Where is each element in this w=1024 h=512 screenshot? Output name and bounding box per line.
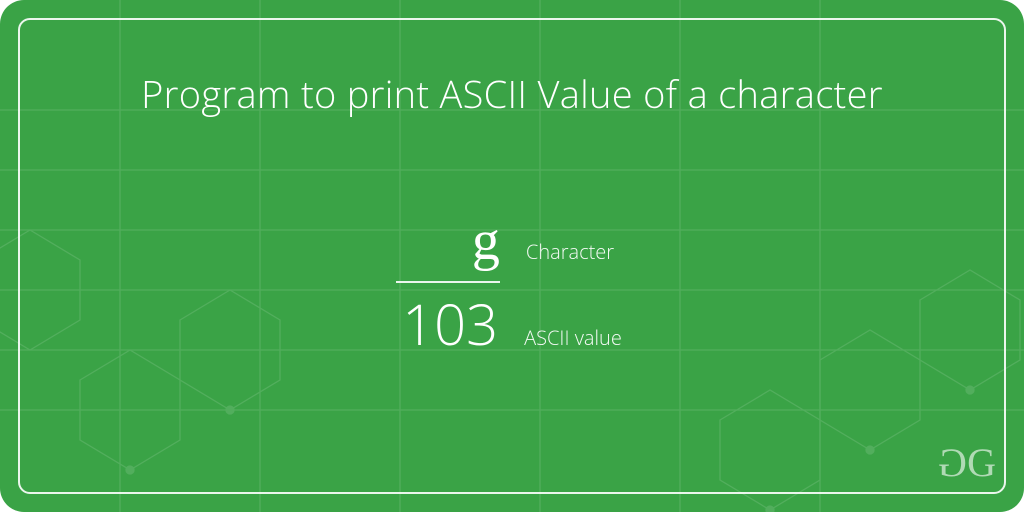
logo-glyph-left: G [944, 439, 967, 486]
content-area: Program to print ASCII Value of a charac… [20, 20, 1004, 492]
character-value: g [410, 212, 500, 271]
ascii-value: 103 [402, 295, 498, 354]
character-row: g Character [410, 212, 614, 271]
character-label: Character [526, 238, 614, 265]
page-title: Program to print ASCII Value of a charac… [141, 68, 883, 120]
ascii-row: 103 ASCII value [402, 295, 622, 354]
brand-logo: GG [944, 439, 990, 486]
ascii-label: ASCII value [524, 324, 622, 351]
divider-line [396, 281, 500, 283]
logo-glyph-right: G [967, 440, 990, 485]
info-card: Program to print ASCII Value of a charac… [0, 0, 1024, 512]
ascii-example: g Character 103 ASCII value [402, 212, 622, 354]
